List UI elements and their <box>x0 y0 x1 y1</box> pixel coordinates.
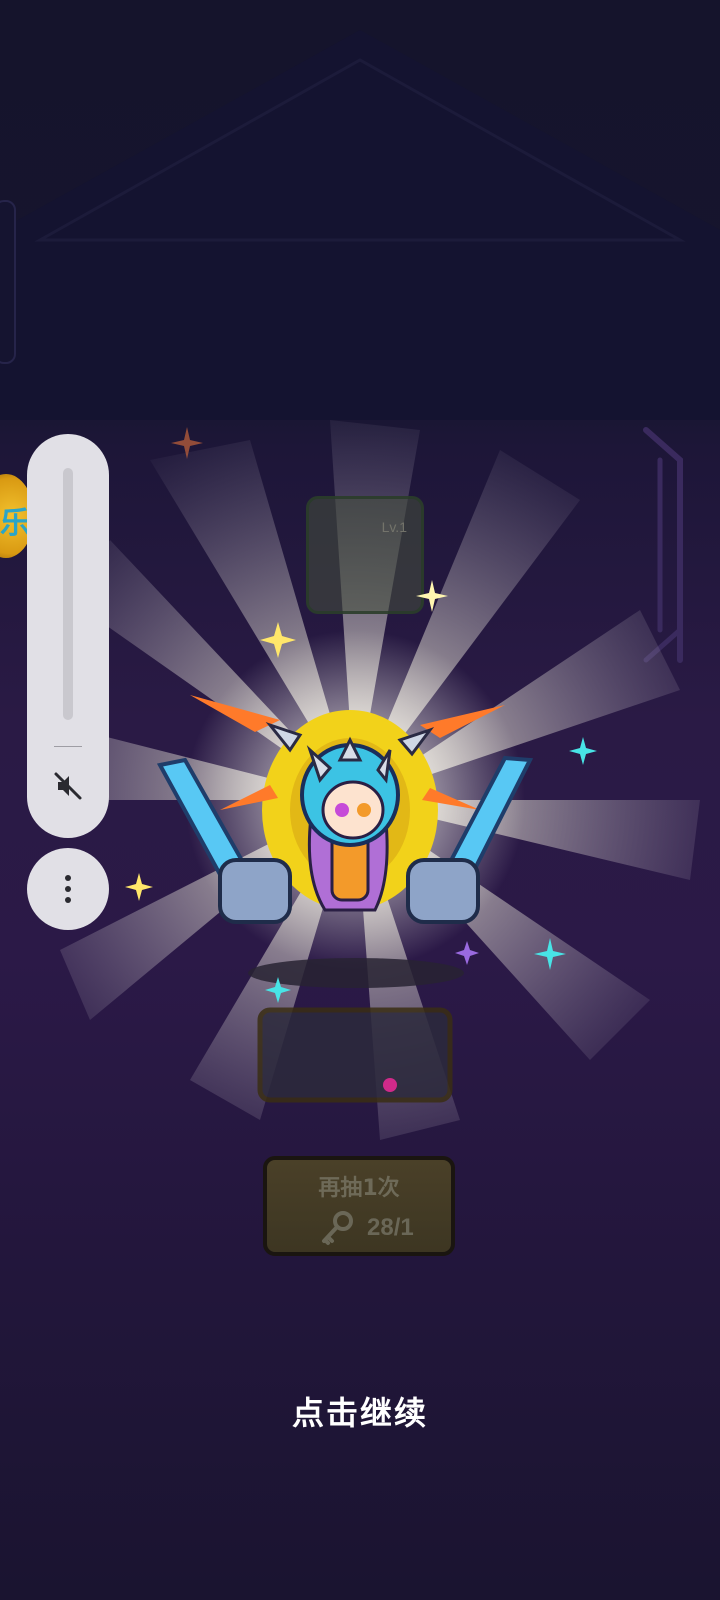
skill-level: Lv.1 <box>381 519 407 535</box>
sparkle-icon <box>534 938 566 970</box>
more-vertical-icon <box>65 875 71 903</box>
volume-muted-icon[interactable] <box>52 770 84 802</box>
draw-again-label: 再抽1次 <box>318 1176 400 1201</box>
sparkle-icon <box>125 873 153 901</box>
sparkle-icon <box>455 941 479 965</box>
sparkle-icon <box>569 737 597 765</box>
draw-cost: 28/1 <box>367 1214 414 1241</box>
faint-hint <box>310 1318 410 1332</box>
volume-panel[interactable] <box>27 434 109 838</box>
more-options-button[interactable] <box>27 848 109 930</box>
sparkle-icon <box>265 977 291 1003</box>
tap-to-continue[interactable]: 点击继续 <box>0 1388 720 1434</box>
edge-panel <box>0 200 16 364</box>
skill-card: Lv.1 <box>306 496 424 614</box>
hero-character <box>156 695 534 924</box>
volume-slider[interactable] <box>63 468 73 720</box>
treasure-chest <box>257 1007 453 1103</box>
game-screen[interactable]: 乐 Lv.1 再抽1次 28/1 点击继续 <box>0 0 720 1600</box>
volume-divider <box>54 746 82 747</box>
key-icon <box>322 1211 353 1245</box>
sparkle-icon <box>416 580 448 612</box>
draw-again-button[interactable]: 再抽1次 28/1 <box>263 1156 455 1256</box>
sparkle-icon <box>260 622 296 658</box>
roof-silhouette <box>0 30 720 420</box>
sparkle-icon <box>171 427 203 459</box>
